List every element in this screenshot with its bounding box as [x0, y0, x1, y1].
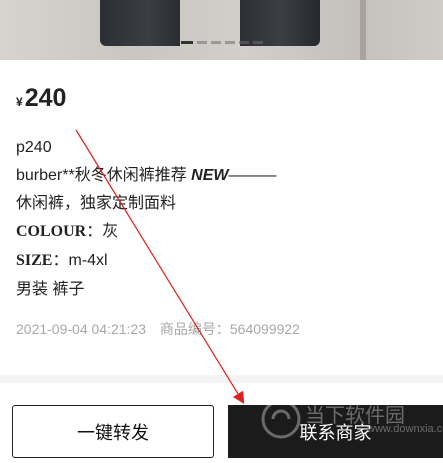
- desc-line-2-text: burber**秋冬休闲裤推荐: [16, 167, 192, 184]
- carousel-dot[interactable]: [252, 41, 263, 44]
- price: ¥ 240: [16, 84, 66, 113]
- section-divider: [0, 375, 443, 383]
- clothes-rack: [360, 0, 366, 60]
- product-code-value: 564099922: [229, 321, 300, 337]
- desc-line-2-dashes: ———: [228, 167, 277, 184]
- trousers-right-leg: [240, 0, 320, 46]
- product-code: 商品编号：564099922: [160, 321, 300, 337]
- product-photo[interactable]: [0, 0, 443, 60]
- trousers-left-leg: [100, 0, 180, 46]
- size-value: ：m-4xl: [52, 252, 108, 269]
- price-currency: ¥: [16, 95, 23, 109]
- carousel-dot[interactable]: [238, 41, 249, 44]
- contact-seller-button[interactable]: 联系商家: [228, 405, 443, 458]
- desc-line-2: burber**秋冬休闲裤推荐 NEW———: [16, 168, 276, 184]
- desc-line-colour: COLOUR：灰: [16, 224, 118, 240]
- desc-line-3: 休闲裤，独家定制面料: [16, 195, 177, 212]
- desc-line-size: SIZE：m-4xl: [16, 253, 108, 269]
- carousel-dot-active[interactable]: [180, 41, 193, 44]
- carousel-dot[interactable]: [224, 41, 235, 44]
- price-value: 240: [24, 84, 67, 112]
- desc-line-category: 男装 裤子: [16, 281, 85, 298]
- carousel-dot[interactable]: [210, 41, 221, 44]
- new-tag: NEW: [191, 167, 229, 184]
- share-button[interactable]: 一键转发: [12, 405, 214, 458]
- colour-value: ：灰: [86, 223, 119, 240]
- publish-date: 2021-09-04 04:21:23: [16, 321, 146, 337]
- carousel-dot[interactable]: [196, 41, 207, 44]
- size-label: SIZE: [16, 252, 53, 269]
- colour-label: COLOUR: [16, 223, 87, 240]
- desc-line-1: p240: [16, 139, 52, 156]
- product-meta: 2021-09-04 04:21:23 商品编号：564099922: [16, 319, 300, 339]
- carousel-indicator[interactable]: [0, 41, 443, 45]
- product-code-label: 商品编号：: [159, 321, 230, 337]
